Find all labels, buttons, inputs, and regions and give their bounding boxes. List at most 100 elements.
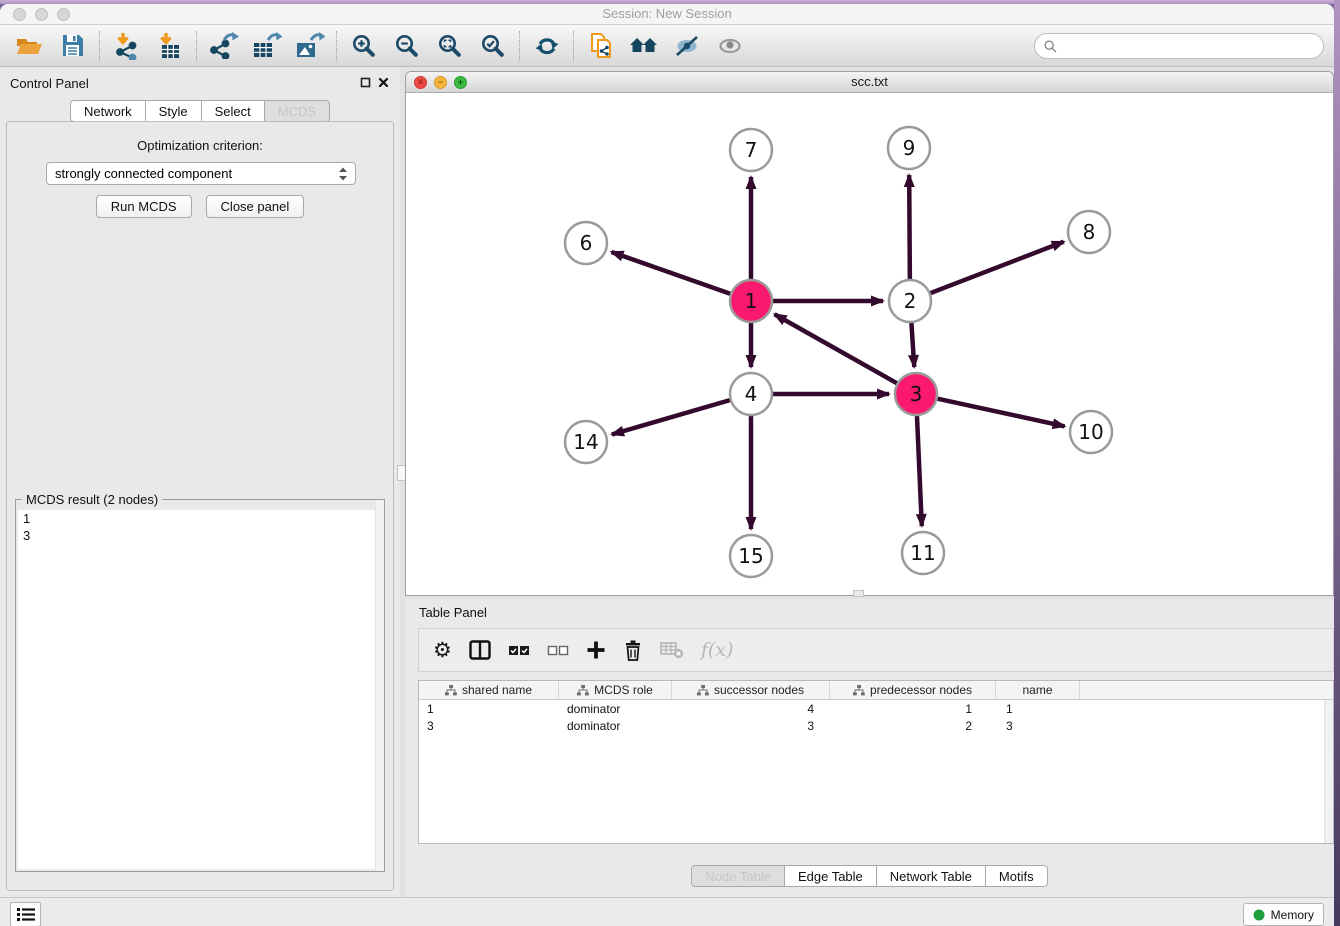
table-toolbar: ⚙ <box>418 628 1334 672</box>
mcds-result-title: MCDS result (2 nodes) <box>22 492 162 507</box>
hide-selected-button[interactable] <box>665 29 708 63</box>
result-line: 3 <box>18 527 382 544</box>
import-table-button[interactable] <box>148 29 191 63</box>
tab-network-table[interactable]: Network Table <box>877 865 986 887</box>
export-network-button[interactable] <box>202 29 245 63</box>
network-window-titlebar[interactable]: ✕ − + scc.txt <box>406 72 1333 93</box>
function-builder-button[interactable]: f(x) <box>701 635 734 665</box>
select-all-button[interactable] <box>508 635 530 665</box>
column-header-predecessor-nodes[interactable]: predecessor nodes <box>830 681 996 699</box>
edge-2-3[interactable] <box>911 323 914 367</box>
column-header-name[interactable]: name <box>996 681 1080 699</box>
control-panel-tabbar: Network Style Select MCDS <box>0 100 400 122</box>
table-settings-button[interactable]: ⚙ <box>433 635 452 665</box>
column-label: MCDS role <box>594 683 653 697</box>
minimize-view-button[interactable]: − <box>434 76 447 89</box>
main-toolbar <box>0 25 1334 67</box>
tab-node-table[interactable]: Node Table <box>691 865 785 887</box>
network-window-controls[interactable]: ✕ − + <box>414 76 467 89</box>
desktop-strip-right <box>1334 0 1340 926</box>
tab-style[interactable]: Style <box>146 100 202 122</box>
show-all-button[interactable] <box>708 29 751 63</box>
node-label-1: 1 <box>745 289 758 313</box>
node-label-11: 11 <box>910 541 935 565</box>
plus-icon <box>586 640 606 660</box>
zoom-selected-button[interactable] <box>471 29 514 63</box>
import-network-icon <box>114 32 140 60</box>
minimize-window-button[interactable] <box>35 8 48 21</box>
app-titlebar[interactable]: Session: New Session <box>0 4 1334 25</box>
tab-motifs[interactable]: Motifs <box>986 865 1048 887</box>
edge-1-6[interactable] <box>611 252 730 294</box>
memory-button[interactable]: Memory <box>1243 903 1324 926</box>
edge-2-8[interactable] <box>931 242 1064 293</box>
export-image-button[interactable] <box>288 29 331 63</box>
close-view-button[interactable]: ✕ <box>414 76 427 89</box>
zoom-window-button[interactable] <box>57 8 70 21</box>
mcds-result-lines[interactable]: 13 <box>18 510 382 869</box>
column-label: name <box>1022 683 1052 697</box>
search-input[interactable] <box>1063 36 1323 56</box>
close-window-button[interactable] <box>13 8 26 21</box>
tab-select[interactable]: Select <box>202 100 265 122</box>
tab-mcds[interactable]: MCDS <box>265 100 330 122</box>
edge-3-1[interactable] <box>775 314 897 383</box>
node-label-9: 9 <box>903 136 916 160</box>
close-panel-button[interactable]: Close panel <box>206 195 305 218</box>
import-table-icon <box>157 32 183 60</box>
column-header-shared-name[interactable]: shared name <box>419 681 559 699</box>
home-layout-button[interactable] <box>622 29 665 63</box>
cell-shared_name: 3 <box>419 719 559 733</box>
edge-3-10[interactable] <box>937 399 1064 427</box>
refresh-view-button[interactable] <box>525 29 568 63</box>
table-scrollbar[interactable] <box>1324 700 1333 843</box>
network-resize-grip[interactable] <box>853 590 864 597</box>
app-window: Session: New Session <box>0 4 1334 926</box>
toolbar-separator <box>336 31 337 61</box>
edge-3-11[interactable] <box>917 416 922 526</box>
deselect-all-button[interactable] <box>547 635 569 665</box>
tab-edge-table[interactable]: Edge Table <box>785 865 877 887</box>
toolbar-separator <box>196 31 197 61</box>
cell-name: 1 <box>996 702 1080 716</box>
task-history-button[interactable] <box>10 902 41 926</box>
run-mcds-button[interactable]: Run MCDS <box>96 195 192 218</box>
column-header-successor-nodes[interactable]: successor nodes <box>672 681 830 699</box>
result-line: 1 <box>18 510 382 527</box>
window-controls[interactable] <box>13 8 70 21</box>
table-row[interactable]: 1dominator411 <box>419 700 1333 717</box>
save-session-button[interactable] <box>51 29 94 63</box>
table-row[interactable]: 3dominator323 <box>419 717 1333 734</box>
maximize-view-button[interactable]: + <box>454 76 467 89</box>
zoom-fit-button[interactable] <box>428 29 471 63</box>
criterion-select[interactable]: strongly connected component <box>46 162 356 185</box>
edge-4-14[interactable] <box>612 400 730 434</box>
delete-table-button[interactable] <box>660 635 684 665</box>
edge-2-9[interactable] <box>909 175 910 279</box>
tab-network[interactable]: Network <box>70 100 146 122</box>
network-graph-canvas[interactable]: 7968124314101511 <box>406 93 1333 596</box>
copy-view-button[interactable] <box>579 29 622 63</box>
node-table-body: 1dominator4113dominator323 <box>419 700 1333 734</box>
float-panel-icon[interactable] <box>360 77 371 88</box>
table-header-row: shared name MCDS role successor nodes pr… <box>419 681 1333 700</box>
column-header-mcds-role[interactable]: MCDS role <box>559 681 672 699</box>
search-field[interactable] <box>1034 33 1324 59</box>
column-label: successor nodes <box>714 683 804 697</box>
import-network-button[interactable] <box>105 29 148 63</box>
export-table-icon <box>252 32 282 59</box>
toolbar-separator <box>519 31 520 61</box>
result-scrollbar[interactable] <box>375 500 384 871</box>
export-table-button[interactable] <box>245 29 288 63</box>
zoom-in-button[interactable] <box>342 29 385 63</box>
zoom-out-button[interactable] <box>385 29 428 63</box>
open-session-button[interactable] <box>8 29 51 63</box>
mcds-tab-pane: Optimization criterion: strongly connect… <box>6 121 394 891</box>
close-panel-icon[interactable] <box>378 77 389 88</box>
cell-successor_nodes: 4 <box>672 702 830 716</box>
add-column-button[interactable] <box>586 635 606 665</box>
delete-column-button[interactable] <box>623 635 643 665</box>
cell-mcds_role: dominator <box>559 702 672 716</box>
show-columns-button[interactable] <box>469 635 491 665</box>
cell-mcds_role: dominator <box>559 719 672 733</box>
